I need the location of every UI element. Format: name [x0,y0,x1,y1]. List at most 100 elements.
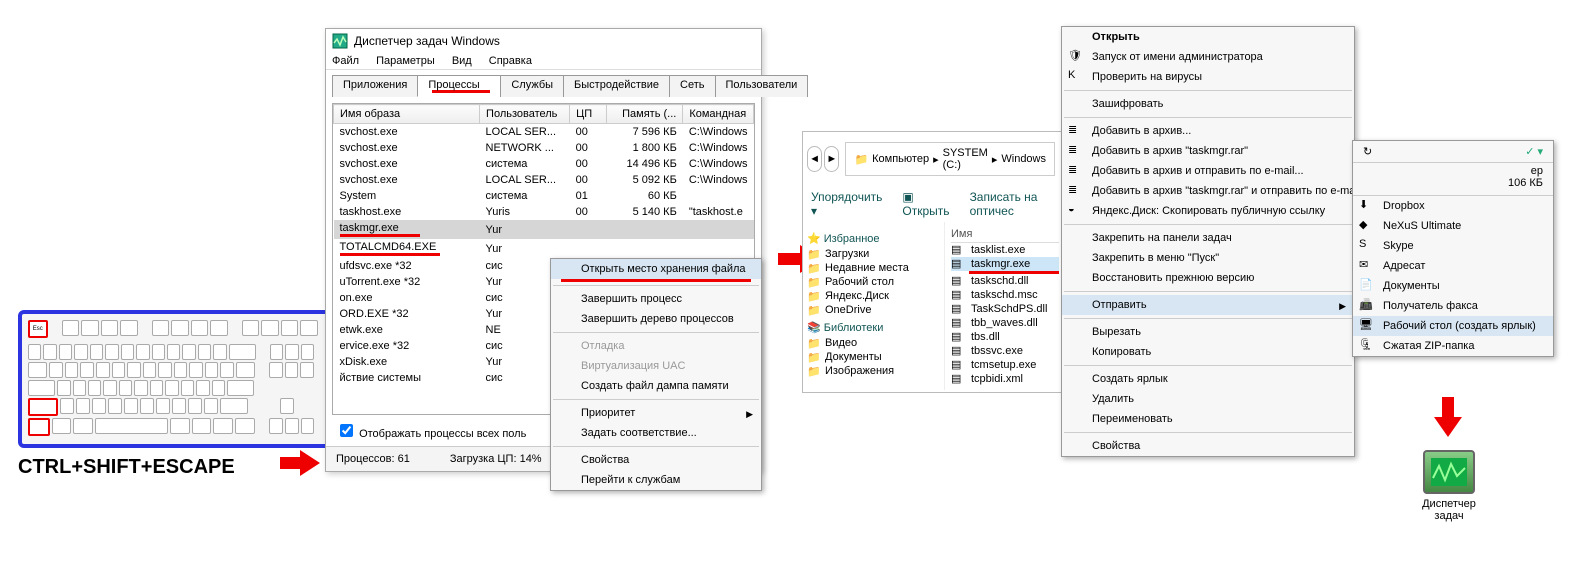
process-context-menu: Открыть место хранения файла Завершить пр… [550,258,762,491]
menu-file[interactable]: Файл [332,55,359,67]
tabs: Приложения Процессы Службы Быстродействи… [332,74,755,97]
menu-item[interactable]: Задать соответствие... [551,423,761,443]
window-title: Диспетчер задач Windows [354,34,500,48]
menu-item[interactable]: 📠Получатель факса [1353,296,1553,316]
refresh-icon[interactable]: ↻ [1363,145,1372,158]
desktop-shortcut[interactable]: Диспетчер задач [1409,450,1489,522]
sidebar-item[interactable]: 📁Недавние места [807,261,940,275]
menubar: Файл Параметры Вид Справка [326,53,761,70]
list-item[interactable]: ▤tbs.dll [951,330,1059,344]
menu-item[interactable]: Вырезать [1062,322,1354,342]
show-all-checkbox[interactable] [340,424,353,437]
list-item[interactable]: ▤taskschd.msc [951,288,1059,302]
breadcrumb[interactable]: 📁 Компьютер ▸ SYSTEM (C:) ▸ Windows [845,142,1055,176]
menu-item[interactable]: Открыть место хранения файла [551,259,761,279]
menu-item[interactable]: Удалить [1062,389,1354,409]
nav-back-button[interactable]: ◄ [807,146,822,172]
burn-button[interactable]: Записать на оптичес [970,190,1057,218]
menu-item[interactable]: ⬇Dropbox [1353,196,1553,216]
status-processes: Процессов: 61 [336,453,410,465]
menu-item[interactable]: ◒Яндекс.Диск: Скопировать публичную ссыл… [1062,201,1354,221]
tab-processes[interactable]: Процессы [417,75,501,97]
list-item[interactable]: ▤tasklist.exe [951,243,1059,257]
list-item[interactable]: ▤tcmsetup.exe [951,358,1059,372]
menu-view[interactable]: Вид [452,55,472,67]
menu-item[interactable]: 🛡Запуск от имени администратора [1062,47,1354,67]
file-list[interactable]: Имя ▤tasklist.exe▤taskmgr.exe ▤taskschd.d… [945,222,1065,390]
nav-fwd-button[interactable]: ► [824,146,839,172]
tab-applications[interactable]: Приложения [332,75,418,97]
table-row[interactable]: svchost.exeLOCAL SER...005 092 КБC:\Wind… [334,172,754,188]
menu-item[interactable]: ≣Добавить в архив и отправить по e-mail.… [1062,161,1354,181]
menu-item[interactable]: Закрепить на панели задач [1062,228,1354,248]
sidebar-item[interactable]: 📁Документы [807,350,940,364]
list-item[interactable]: ▤tbb_waves.dll [951,316,1059,330]
menu-item[interactable]: ◆NeXuS Ultimate [1353,216,1553,236]
menu-item[interactable]: ≣Добавить в архив "taskmgr.rar" и отправ… [1062,181,1354,201]
menu-item[interactable]: Зашифровать [1062,94,1354,114]
menu-item[interactable]: Переименовать [1062,409,1354,429]
menu-item[interactable]: Завершить процесс [551,289,761,309]
table-row[interactable]: Systemсистема0160 КБ [334,188,754,204]
menu-item[interactable]: Перейти к службам [551,470,761,490]
explorer-toolbar: Упорядочить ▾ ▣ Открыть Записать на опти… [803,186,1065,222]
menu-item[interactable]: Завершить дерево процессов [551,309,761,329]
sidebar-item[interactable]: 📁OneDrive [807,303,940,317]
list-item[interactable]: ▤taskmgr.exe [951,257,1059,271]
col-name[interactable]: Имя [951,226,1059,243]
table-row[interactable]: svchost.exeLOCAL SER...007 596 КБC:\Wind… [334,124,754,141]
yd-icon: ◒ [1068,203,1084,219]
menu-options[interactable]: Параметры [376,55,435,67]
sidebar-item[interactable]: 📁Изображения [807,364,940,378]
menu-item[interactable]: ≣Добавить в архив "taskmgr.rar" [1062,141,1354,161]
libraries-header[interactable]: 📚 Библиотеки [807,321,940,334]
table-row[interactable]: svchost.exeNETWORK ...001 800 КБC:\Windo… [334,140,754,156]
folder-icon: 📁 [854,153,868,166]
list-item[interactable]: ▤TaskSchdPS.dll [951,302,1059,316]
menu-item[interactable]: Создать ярлык [1062,369,1354,389]
menu-item[interactable]: 🗜Сжатая ZIP-папка [1353,336,1553,356]
rar-icon: ≣ [1068,143,1084,159]
list-item[interactable]: ▤taskschd.dll [951,274,1059,288]
sidebar-item[interactable]: 📁Рабочий стол [807,275,940,289]
list-item[interactable]: ▤tbssvc.exe [951,344,1059,358]
list-item[interactable]: ▤tcpbidi.xml [951,372,1059,386]
col-mem[interactable]: Память (... [607,105,683,124]
menu-item[interactable]: Копировать [1062,342,1354,362]
table-row[interactable]: taskmgr.exeYur [334,220,754,239]
organize-button[interactable]: Упорядочить ▾ [811,190,882,218]
menu-item[interactable]: Восстановить прежнюю версию [1062,268,1354,288]
menu-item[interactable]: Создать файл дампа памяти [551,376,761,396]
menu-item[interactable]: SSkype [1353,236,1553,256]
sidebar-item[interactable]: 📁Видео [807,336,940,350]
menu-item[interactable]: ≣Добавить в архив... [1062,121,1354,141]
menu-item[interactable]: Приоритет▶ [551,403,761,423]
open-button[interactable]: ▣ Открыть [902,190,949,218]
menu-item[interactable]: 📄Документы [1353,276,1553,296]
menu-item[interactable]: Закрепить в меню "Пуск" [1062,248,1354,268]
tab-networking[interactable]: Сеть [669,75,715,97]
menu-help[interactable]: Справка [489,55,532,67]
favorites-header[interactable]: ⭐ Избранное [807,232,940,245]
col-cmd[interactable]: Командная [683,105,754,124]
menu-item[interactable]: ✉Адресат [1353,256,1553,276]
tab-performance[interactable]: Быстродействие [563,75,670,97]
menu-item[interactable]: Свойства [1062,436,1354,456]
menu-item[interactable]: Отправить▶ [1062,295,1354,315]
sidebar-item[interactable]: 📁Яндекс.Диск [807,289,940,303]
tab-services[interactable]: Службы [500,75,564,97]
table-row[interactable]: svchost.exeсистема0014 496 КБC:\Windows [334,156,754,172]
menu-item[interactable]: KПроверить на вирусы [1062,67,1354,87]
menu-item[interactable]: 🖥Рабочий стол (создать ярлык) [1353,316,1553,336]
menu-item[interactable]: Свойства [551,450,761,470]
table-row[interactable]: taskhost.exeYuris005 140 КБ"taskhost.e [334,204,754,220]
arrow-right-icon [280,450,320,476]
sidebar-item[interactable]: 📁Загрузки [807,247,940,261]
table-row[interactable]: TOTALCMD64.EXEYur [334,239,754,258]
col-user[interactable]: Пользователь [480,105,570,124]
col-image-name[interactable]: Имя образа [334,105,480,124]
more-icon[interactable]: ✓ ▾ [1525,145,1543,158]
tab-users[interactable]: Пользователи [715,75,809,97]
menu-item[interactable]: Открыть [1062,27,1354,47]
col-cpu[interactable]: ЦП [570,105,607,124]
